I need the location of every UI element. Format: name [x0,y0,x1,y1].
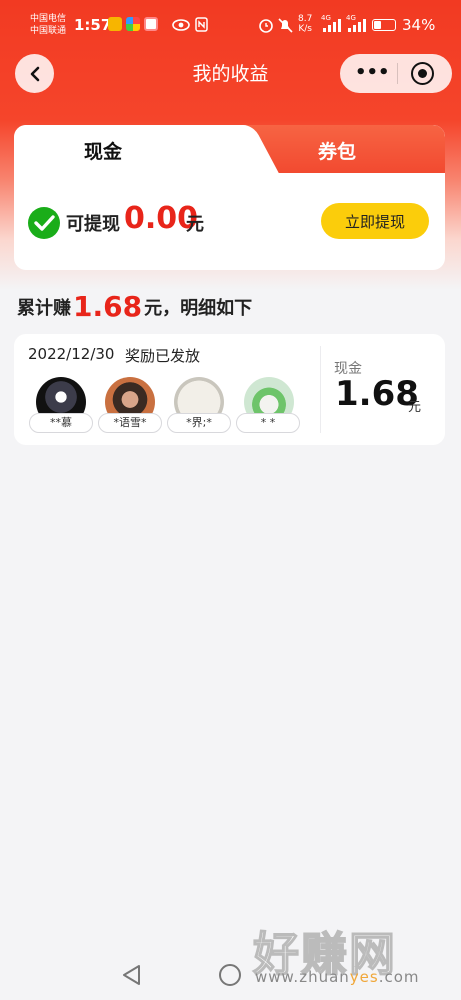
user-name-pill: **慕 [29,413,93,433]
close-miniprogram-icon[interactable] [411,62,434,85]
reward-record-card[interactable]: 2022/12/30 奖励已发放 **慕 *语雪* *界;* * * 现金 1.… [14,334,445,445]
user-name-pill: * * [236,413,300,433]
summary-amount: 1.68 [73,290,143,323]
app-icon [126,17,140,31]
clock: 1:57 [74,16,112,34]
tab-cash-label[interactable]: 现金 [84,137,122,164]
user-name-pill: *界;* [167,413,231,433]
signal-1-icon [323,19,341,32]
summary-prefix: 累计赚 [17,298,71,319]
net-speed: 8.7 K/s [298,14,313,34]
alarm-icon [259,19,273,33]
signal-2-icon [348,19,366,32]
earnings-card: 现金 券包 可提现 0.00 元 立即提现 [14,125,445,270]
weibo-icon [108,17,122,31]
tab-cash[interactable] [14,125,246,173]
summary-suffix: 元，明细如下 [144,298,253,319]
user-name-pill: *语雪* [98,413,162,433]
carrier-labels: 中国电信 中国联通 [30,13,66,37]
system-back-icon[interactable] [120,963,142,987]
earnings-summary: 累计赚1.68 元，明细如下 [17,288,253,323]
record-status: 奖励已发放 [125,347,201,365]
withdrawable-label: 可提现 [66,214,120,235]
more-icon[interactable]: ••• [355,64,390,82]
record-amount: 1.68 [335,374,419,414]
carrier-2: 中国联通 [30,26,67,36]
eye-icon [172,19,190,31]
battery-icon [372,19,396,31]
record-divider [320,346,321,433]
notification-icon [144,17,158,31]
battery-percent: 34% [402,16,436,34]
watermark-url: www.zhuanyes.com [255,968,420,986]
carrier-1: 中国电信 [30,14,67,24]
wechat-pay-icon [28,207,60,239]
withdrawable-unit: 元 [186,214,204,235]
mute-icon [278,18,293,33]
record-date: 2022/12/30 [28,345,115,363]
withdraw-button[interactable]: 立即提现 [321,203,429,239]
miniprogram-capsule: ••• [340,54,452,93]
record-unit: 元 [408,400,422,415]
capsule-divider [397,63,398,84]
system-home-icon[interactable] [219,964,241,986]
tab-coupon-label[interactable]: 券包 [318,137,356,164]
status-bar: 中国电信 中国联通 1:57 8.7 K/s 4G 4G 34% [0,0,461,48]
nfc-icon [195,17,208,32]
